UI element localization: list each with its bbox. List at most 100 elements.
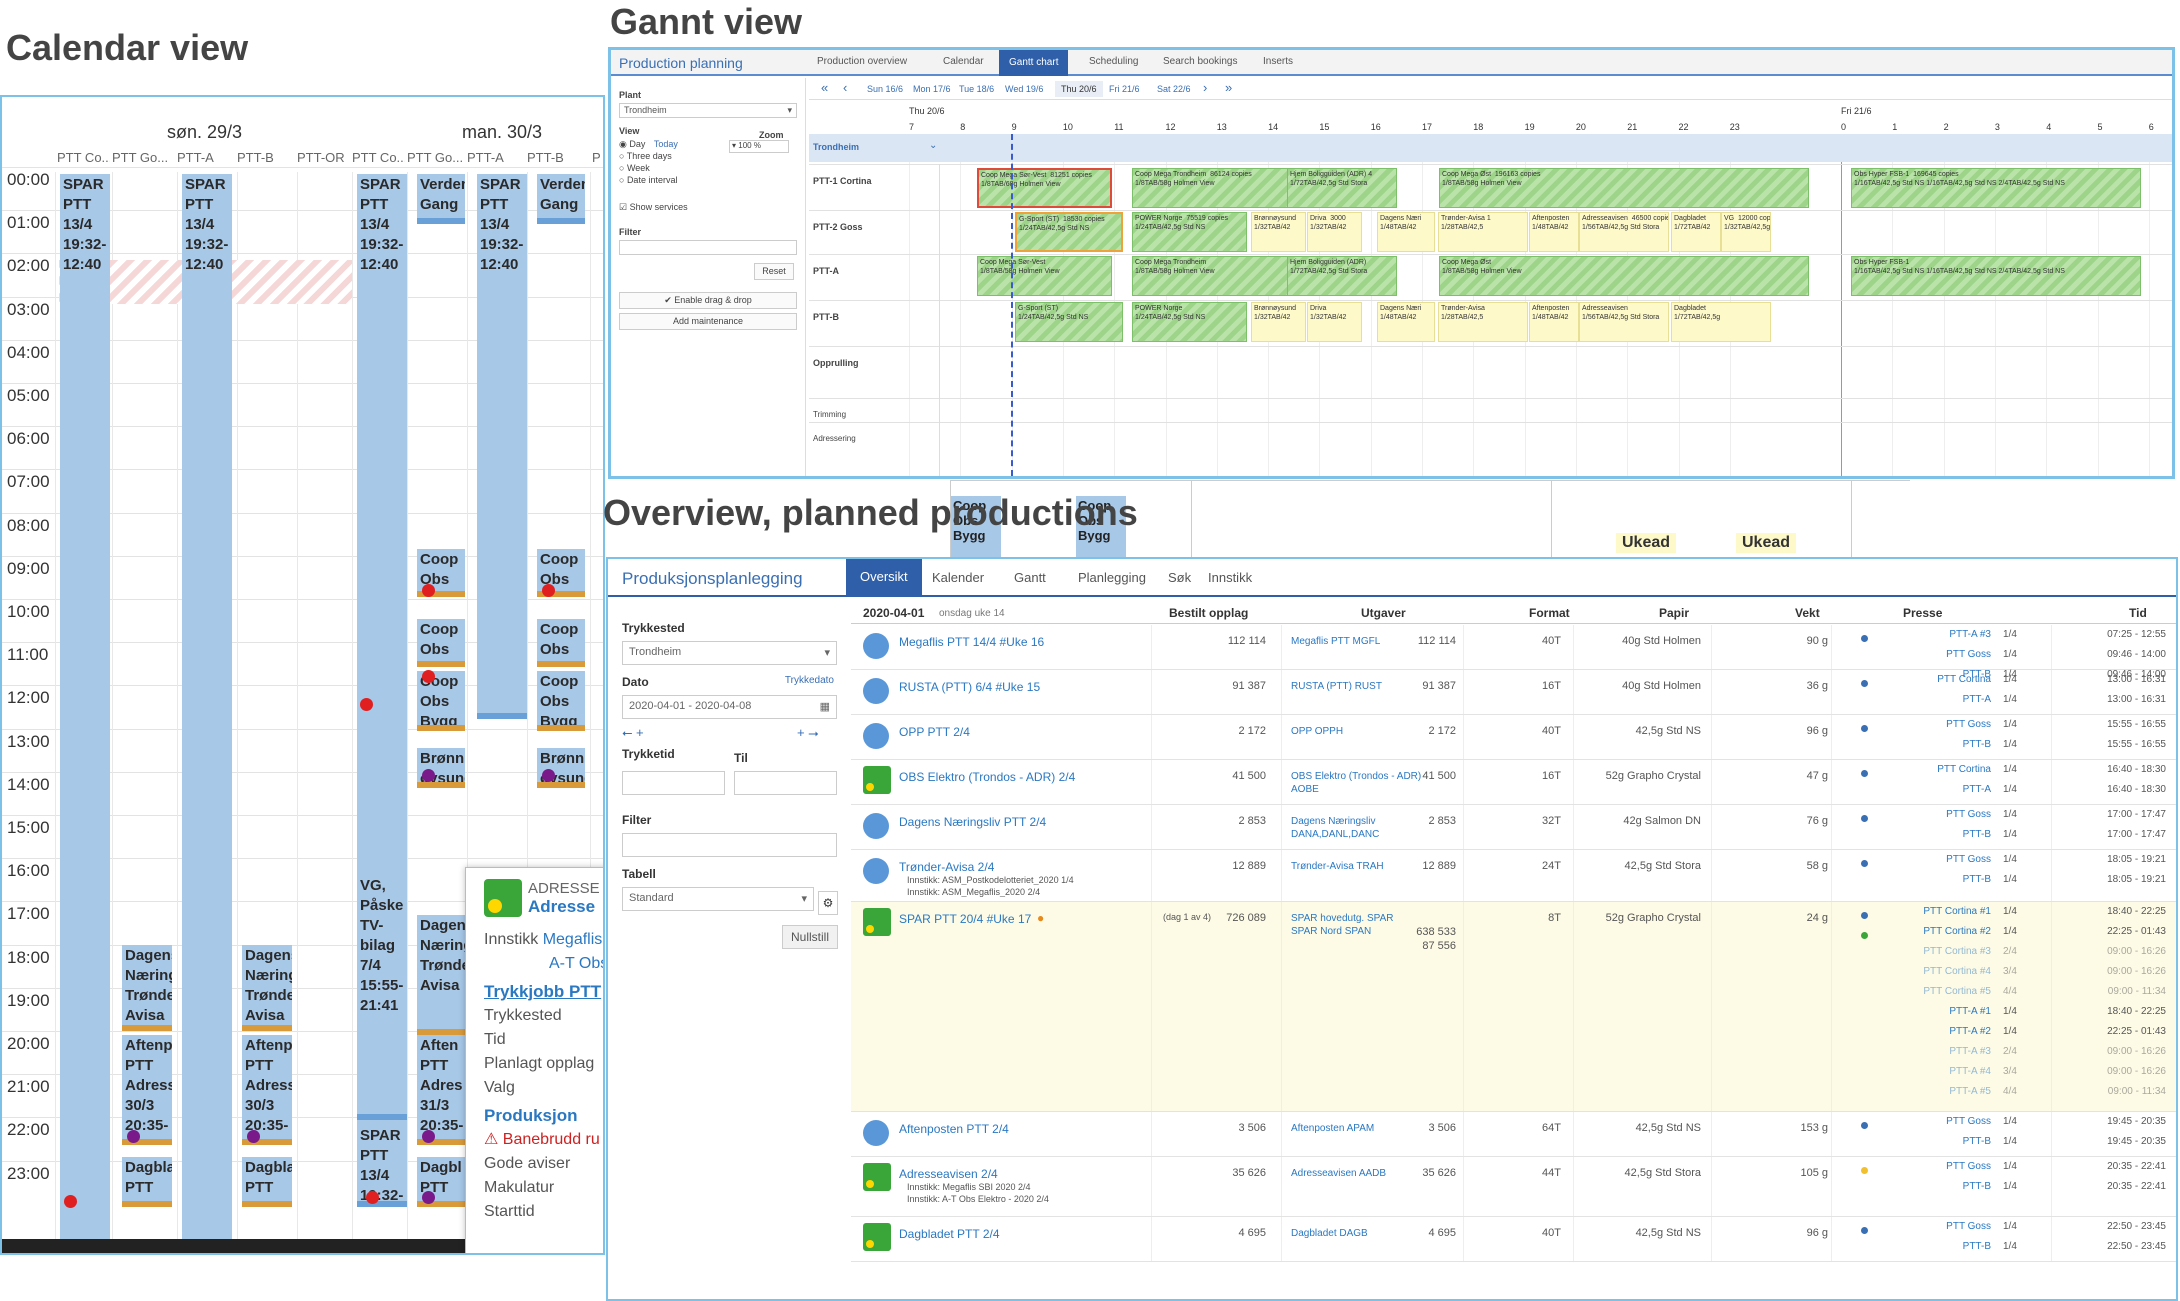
production-name[interactable]: Dagens Næringsliv PTT 2/4 (899, 815, 1046, 829)
trykketid-from-input[interactable] (622, 771, 725, 795)
press-name[interactable]: PTT Cortina (1871, 674, 1991, 685)
calendar-event[interactable]: Aftenp PTT Adress 30/3 20:35- 22:41 (242, 1035, 292, 1145)
calendar-event[interactable]: Coop Obs Bygg (537, 671, 585, 731)
gantt-booking-bar[interactable]: Driva 3000 1/32TAB/42 (1307, 212, 1362, 252)
view-interval-radio[interactable]: ○ Date interval (619, 174, 797, 186)
table-row[interactable]: OPP PTT 2/4 2 172 OPP OPPH 2 172 40T 42,5g St… (851, 715, 2176, 760)
gantt-booking-bar[interactable]: Brønnøysund 1/32TAB/42 (1251, 302, 1306, 342)
gantt-booking-bar[interactable]: Dagens Næri 1/48TAB/42 (1377, 302, 1435, 342)
enable-drag-drop-button[interactable]: ✔ Enable drag & drop (619, 292, 797, 309)
next-arrow[interactable]: » (1225, 80, 1232, 95)
gantt-booking-bar[interactable]: Coop Mega Sør-Vest 81251 copies 1/8TAB/6… (977, 168, 1112, 208)
insert-line[interactable]: Innstikk: ASM_Megaflis_2020 2/4 (907, 887, 1040, 897)
press-name[interactable]: PTT-B (1871, 1241, 1991, 1252)
col-tid[interactable]: Tid (2129, 606, 2147, 620)
insert-line[interactable]: Innstikk: Megaflis SBI 2020 2/4 (907, 1182, 1031, 1192)
date-range-input[interactable]: 2020-04-01 - 2020-04-08 ▦ (622, 695, 837, 719)
tab-oversikt[interactable]: Oversikt (846, 559, 922, 595)
show-services-checkbox[interactable]: ☑ Show services (619, 202, 797, 213)
gantt-booking-bar[interactable]: Dagens Næri 1/48TAB/42 (1377, 212, 1435, 252)
col-opplag[interactable]: Bestilt opplag (1169, 606, 1248, 620)
press-name[interactable]: PTT Cortina #3 (1871, 946, 1991, 957)
gantt-booking-bar[interactable]: Aftenposten 1/48TAB/42 (1529, 212, 1579, 252)
popup-link[interactable]: A-T Obs (549, 955, 603, 972)
popup-section[interactable]: Trykkjobb PTT (484, 980, 603, 1004)
filter-input[interactable] (622, 833, 837, 857)
gantt-booking-bar[interactable]: Hjem Boligguiden (ADR) 4 1/72TAB/42,5g S… (1287, 168, 1397, 208)
calendar-event[interactable]: VG, Påske TV- bilag 7/4 15:55- 21:41 (357, 875, 407, 1120)
add-date-icon[interactable]: + (797, 725, 805, 740)
tabell-select[interactable]: Standard ▾ (622, 887, 814, 911)
gantt-booking-bar[interactable]: POWER Norge 1/24TAB/42,5g Std NS (1132, 302, 1247, 342)
tab-search-bookings[interactable]: Search bookings (1163, 56, 1238, 67)
today-link[interactable]: Today (654, 139, 678, 149)
app-title[interactable]: Produksjonsplanlegging (622, 569, 803, 589)
date-nav-item[interactable]: Wed 19/6 (1005, 84, 1043, 94)
tab-scheduling[interactable]: Scheduling (1089, 56, 1138, 67)
plant-group-row[interactable] (809, 134, 2172, 162)
calendar-event[interactable]: Verden Gang (417, 174, 465, 224)
press-name[interactable]: PTT-B (1871, 1181, 1991, 1192)
calendar-event[interactable]: Dagbla PTT (242, 1157, 292, 1207)
production-name[interactable]: Dagbladet PTT 2/4 (899, 1227, 1000, 1241)
calendar-icon[interactable]: ▦ (820, 700, 830, 713)
calendar-event[interactable]: Coop Obs (417, 619, 465, 667)
edition-name[interactable]: SPAR Nord SPAN (1291, 926, 1371, 937)
press-name[interactable]: PTT-A #5 (1871, 1086, 1991, 1097)
gantt-booking-bar[interactable]: Coop Mega Trondheim 1/8TAB/58g Holmen Vi… (1132, 256, 1292, 296)
calendar-event[interactable]: SPAR PTT 13/4 19:32- 23:55 (357, 1125, 407, 1207)
calendar-event[interactable]: SPAR PTT 13/4 19:32- 12:40 (477, 174, 527, 719)
production-name[interactable]: OPP PTT 2/4 (899, 725, 970, 739)
insert-line[interactable]: Innstikk: A-T Obs Elektro - 2020 2/4 (907, 1194, 1049, 1204)
chevron-down-icon[interactable]: ⌄ (929, 140, 937, 151)
production-name[interactable]: Trønder-Avisa 2/4 (899, 860, 994, 874)
date-nav-item[interactable]: Sat 22/6 (1157, 84, 1191, 94)
calendar-event[interactable]: Dagbla PTT (122, 1157, 172, 1207)
press-name[interactable]: PTT Goss (1871, 1161, 1991, 1172)
tab-gantt-chart[interactable]: Gantt chart (999, 50, 1069, 76)
gantt-booking-bar[interactable]: Brønnøysund 1/32TAB/42 (1251, 212, 1306, 252)
gantt-booking-bar[interactable]: Coop Mega Trondheim 86124 copies 1/8TAB/… (1132, 168, 1292, 208)
production-name[interactable]: SPAR PTT 20/4 #Uke 17 (899, 912, 1031, 926)
calendar-event[interactable]: Verden Gang (537, 174, 585, 224)
gantt-booking-bar[interactable]: Hjem Boligguiden (ADR) 1/72TAB/42,5g Std… (1287, 256, 1397, 296)
col-utgaver[interactable]: Utgaver (1361, 606, 1406, 620)
gantt-booking-bar[interactable]: Coop Mega Øst 1/8TAB/58g Holmen View (1439, 256, 1809, 296)
tab-calendar[interactable]: Calendar (943, 56, 984, 67)
gantt-booking-bar[interactable]: G-Sport (ST) 1/24TAB/42,5g Std NS (1015, 302, 1123, 342)
nullstill-button[interactable]: Nullstill (782, 925, 838, 949)
press-name[interactable]: PTT Goss (1871, 1221, 1991, 1232)
press-name[interactable]: PTT-A #3 (1871, 629, 1991, 640)
press-name[interactable]: PTT-A (1871, 694, 1991, 705)
date-nav-item[interactable]: Fri 21/6 (1109, 84, 1140, 94)
next-date-arrow[interactable]: ⭢ (808, 725, 818, 740)
calendar-event[interactable]: SPAR PTT 13/4 19:32- 12:40 (60, 174, 110, 1253)
reset-button[interactable]: Reset (754, 263, 794, 280)
press-name[interactable]: PTT Goss (1871, 719, 1991, 730)
gantt-booking-bar[interactable]: Obs Hyper FSB-1 1/16TAB/42,5g Std NS 1/1… (1851, 256, 2141, 296)
press-name[interactable]: PTT Goss (1871, 1116, 1991, 1127)
trykketid-to-input[interactable] (734, 771, 837, 795)
press-name[interactable]: PTT Cortina (1871, 764, 1991, 775)
press-name[interactable]: PTT-A #4 (1871, 1066, 1991, 1077)
press-name[interactable]: PTT Goss (1871, 649, 1991, 660)
calendar-event[interactable]: Dagens Næringsliv Trønder Avisa (122, 945, 172, 1031)
col-vekt[interactable]: Vekt (1795, 606, 1820, 620)
gantt-booking-bar[interactable]: Dagbladet 1/72TAB/42,5g (1671, 302, 1771, 342)
gantt-booking-bar[interactable]: Dagbladet 1/72TAB/42 (1671, 212, 1721, 252)
filter-input[interactable] (619, 240, 797, 255)
press-name[interactable]: PTT Cortina #4 (1871, 966, 1991, 977)
tab-planlegging[interactable]: Planlegging (1078, 570, 1146, 585)
gantt-booking-bar[interactable]: Driva 1/32TAB/42 (1307, 302, 1362, 342)
gantt-booking-bar[interactable]: Obs Hyper FSB-1 169645 copies 1/16TAB/42… (1851, 168, 2141, 208)
trykkedato-link[interactable]: Trykkedato (785, 675, 834, 686)
comment-icon[interactable]: ● (1037, 911, 1044, 925)
production-name[interactable]: OBS Elektro (Trondos - ADR) 2/4 (899, 770, 1075, 784)
press-name[interactable]: PTT Cortina #2 (1871, 926, 1991, 937)
table-row[interactable]: Adresseavisen 2/4 35 626 Adresseavisen AAD… (851, 1157, 2176, 1217)
production-name[interactable]: Adresseavisen 2/4 (899, 1167, 998, 1181)
trykkested-select[interactable]: Trondheim ▾ (622, 641, 837, 665)
calendar-event[interactable]: Coop Obs (537, 619, 585, 667)
tab-inserts[interactable]: Inserts (1263, 56, 1293, 67)
calendar-event[interactable]: Dagens Næringsliv Trønder Avisa (417, 915, 465, 1035)
